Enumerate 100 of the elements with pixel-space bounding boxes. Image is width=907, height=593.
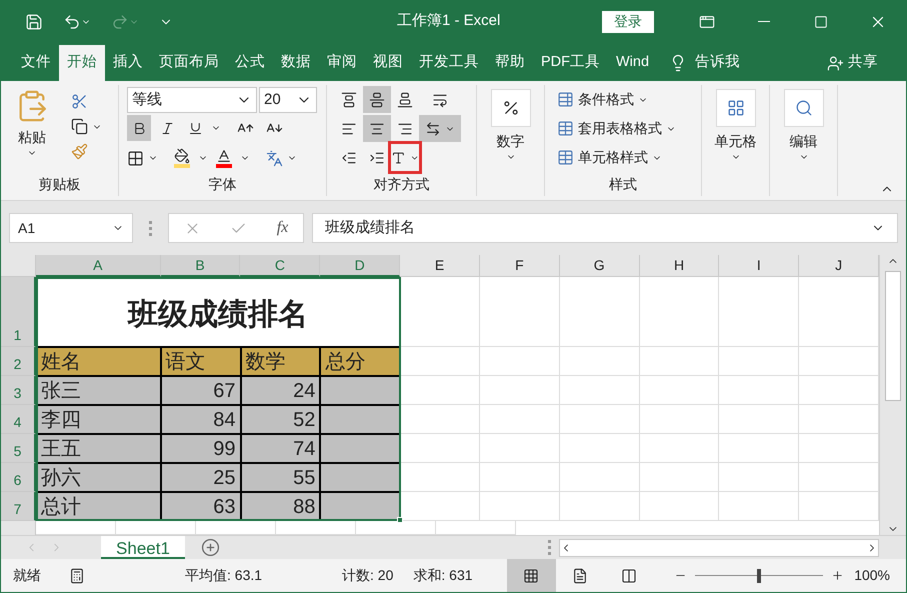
header-cell[interactable]: 语文: [160, 347, 240, 376]
copy-button[interactable]: [71, 118, 102, 135]
table-cell[interactable]: 25: [160, 463, 240, 492]
paste-button[interactable]: 粘贴: [13, 89, 51, 174]
ribbon-tab[interactable]: 公式: [227, 45, 273, 81]
zoom-slider[interactable]: [694, 568, 823, 582]
ribbon-tab[interactable]: Wind: [608, 45, 658, 81]
table-cell[interactable]: 74: [240, 434, 320, 463]
style-menu-button[interactable]: 条件格式: [557, 85, 701, 114]
table-cell[interactable]: [320, 434, 400, 463]
share-button[interactable]: 共享: [827, 45, 878, 81]
save-button[interactable]: [25, 12, 43, 30]
table-cell[interactable]: [320, 492, 400, 521]
table-cell[interactable]: [320, 463, 400, 492]
table-cell[interactable]: 李四: [36, 405, 161, 434]
font-size-field[interactable]: 20: [259, 87, 317, 113]
row-header[interactable]: 2: [1, 347, 36, 376]
borders-icon: [127, 150, 144, 166]
cells-button[interactable]: 单元格: [714, 85, 756, 162]
name-box[interactable]: A1: [9, 213, 133, 243]
fill-color-button[interactable]: [174, 148, 190, 168]
column-header[interactable]: I: [719, 255, 800, 277]
view-button[interactable]: [506, 559, 556, 592]
column-header[interactable]: A: [36, 255, 161, 277]
borders-button[interactable]: [127, 150, 158, 166]
editing-button[interactable]: 编辑: [784, 85, 824, 162]
phonetic-button[interactable]: [266, 150, 297, 166]
font-color-button[interactable]: [216, 148, 232, 168]
table-cell[interactable]: 67: [160, 376, 240, 405]
alignment-button[interactable]: [363, 115, 391, 142]
table-cell[interactable]: 55: [240, 463, 320, 492]
login-button[interactable]: 登录: [602, 10, 654, 32]
alignment-button[interactable]: [363, 86, 391, 113]
sheet-tab[interactable]: Sheet1: [101, 536, 185, 559]
row-header[interactable]: [1, 521, 36, 535]
column-header[interactable]: E: [400, 255, 480, 277]
style-menu-button[interactable]: 单元格样式: [557, 143, 701, 172]
header-cell[interactable]: 数学: [240, 347, 320, 376]
table-cell[interactable]: 总计: [36, 492, 161, 521]
alignment-button[interactable]: [419, 115, 461, 142]
table-cell[interactable]: 张三: [36, 376, 161, 405]
ribbon-tab[interactable]: 开始: [59, 45, 105, 81]
column-header[interactable]: H: [640, 255, 720, 277]
fill-handle[interactable]: [397, 517, 403, 523]
ribbon-tab[interactable]: 插入: [105, 45, 151, 81]
page-icon: [572, 568, 588, 584]
style-menu-button[interactable]: 套用表格格式: [557, 114, 701, 143]
table-cell[interactable]: 84: [160, 405, 240, 434]
macro-icon: [69, 568, 85, 584]
new-sheet-button[interactable]: [201, 536, 220, 559]
ribbon-tab[interactable]: 开发工具: [411, 45, 487, 81]
insert-function-button[interactable]: fx: [276, 216, 288, 240]
column-header[interactable]: G: [560, 255, 640, 277]
column-header[interactable]: D: [320, 255, 400, 277]
count-text: 计数: 20: [342, 566, 394, 585]
redo-button[interactable]: [111, 12, 139, 30]
undo-button[interactable]: [63, 12, 91, 30]
font-name-field[interactable]: 等线: [127, 87, 257, 113]
formula-field[interactable]: 班级成绩排名: [312, 213, 898, 243]
number-button[interactable]: 数字: [490, 85, 530, 162]
ribbon-tab[interactable]: 帮助: [487, 45, 533, 81]
table-cell[interactable]: 63: [160, 492, 240, 521]
italic-icon: [160, 120, 174, 136]
tell-me-label[interactable]: 告诉我: [695, 52, 740, 74]
vertical-scrollbar[interactable]: [879, 255, 906, 535]
table-cell[interactable]: 52: [240, 405, 320, 434]
header-cell[interactable]: 总分: [320, 347, 400, 376]
ribbon-tab[interactable]: 数据: [273, 45, 319, 81]
row-header[interactable]: 5: [1, 434, 36, 463]
horizontal-scrollbar[interactable]: [559, 538, 879, 556]
table-cell[interactable]: 王五: [36, 434, 161, 463]
row-header[interactable]: 1: [1, 277, 36, 347]
table-cell[interactable]: 88: [240, 492, 320, 521]
column-header[interactable]: B: [160, 255, 240, 277]
column-header[interactable]: C: [240, 255, 320, 277]
scroll-thumb[interactable]: [885, 271, 902, 401]
group-label: 对齐方式: [372, 175, 430, 194]
zoom-level[interactable]: 100%: [854, 565, 906, 586]
table-style-icon: [557, 120, 574, 137]
row-header[interactable]: 4: [1, 405, 36, 434]
row-header[interactable]: 3: [1, 376, 36, 405]
table-cell[interactable]: 99: [160, 434, 240, 463]
header-cell[interactable]: 姓名: [36, 347, 161, 376]
zoom-thumb[interactable]: [756, 568, 761, 582]
table-cell[interactable]: [320, 405, 400, 434]
row-header[interactable]: 6: [1, 463, 36, 492]
table-cell[interactable]: [320, 376, 400, 405]
table-cell[interactable]: 孙六: [36, 463, 161, 492]
ribbon-tab[interactable]: 文件: [13, 45, 59, 81]
orientation-icon: [391, 150, 406, 166]
ribbon-tab[interactable]: 审阅: [319, 45, 365, 81]
font-style-button[interactable]: [127, 115, 151, 141]
row-header[interactable]: 7: [1, 492, 36, 521]
ribbon-tab[interactable]: PDF工具: [533, 45, 608, 81]
alignment-button[interactable]: [391, 144, 419, 171]
table-cell[interactable]: 24: [240, 376, 320, 405]
ribbon-tab[interactable]: 视图: [365, 45, 411, 81]
table-style-icon: [557, 149, 574, 166]
column-header[interactable]: F: [480, 255, 560, 277]
ribbon-tab[interactable]: 页面布局: [151, 45, 227, 81]
